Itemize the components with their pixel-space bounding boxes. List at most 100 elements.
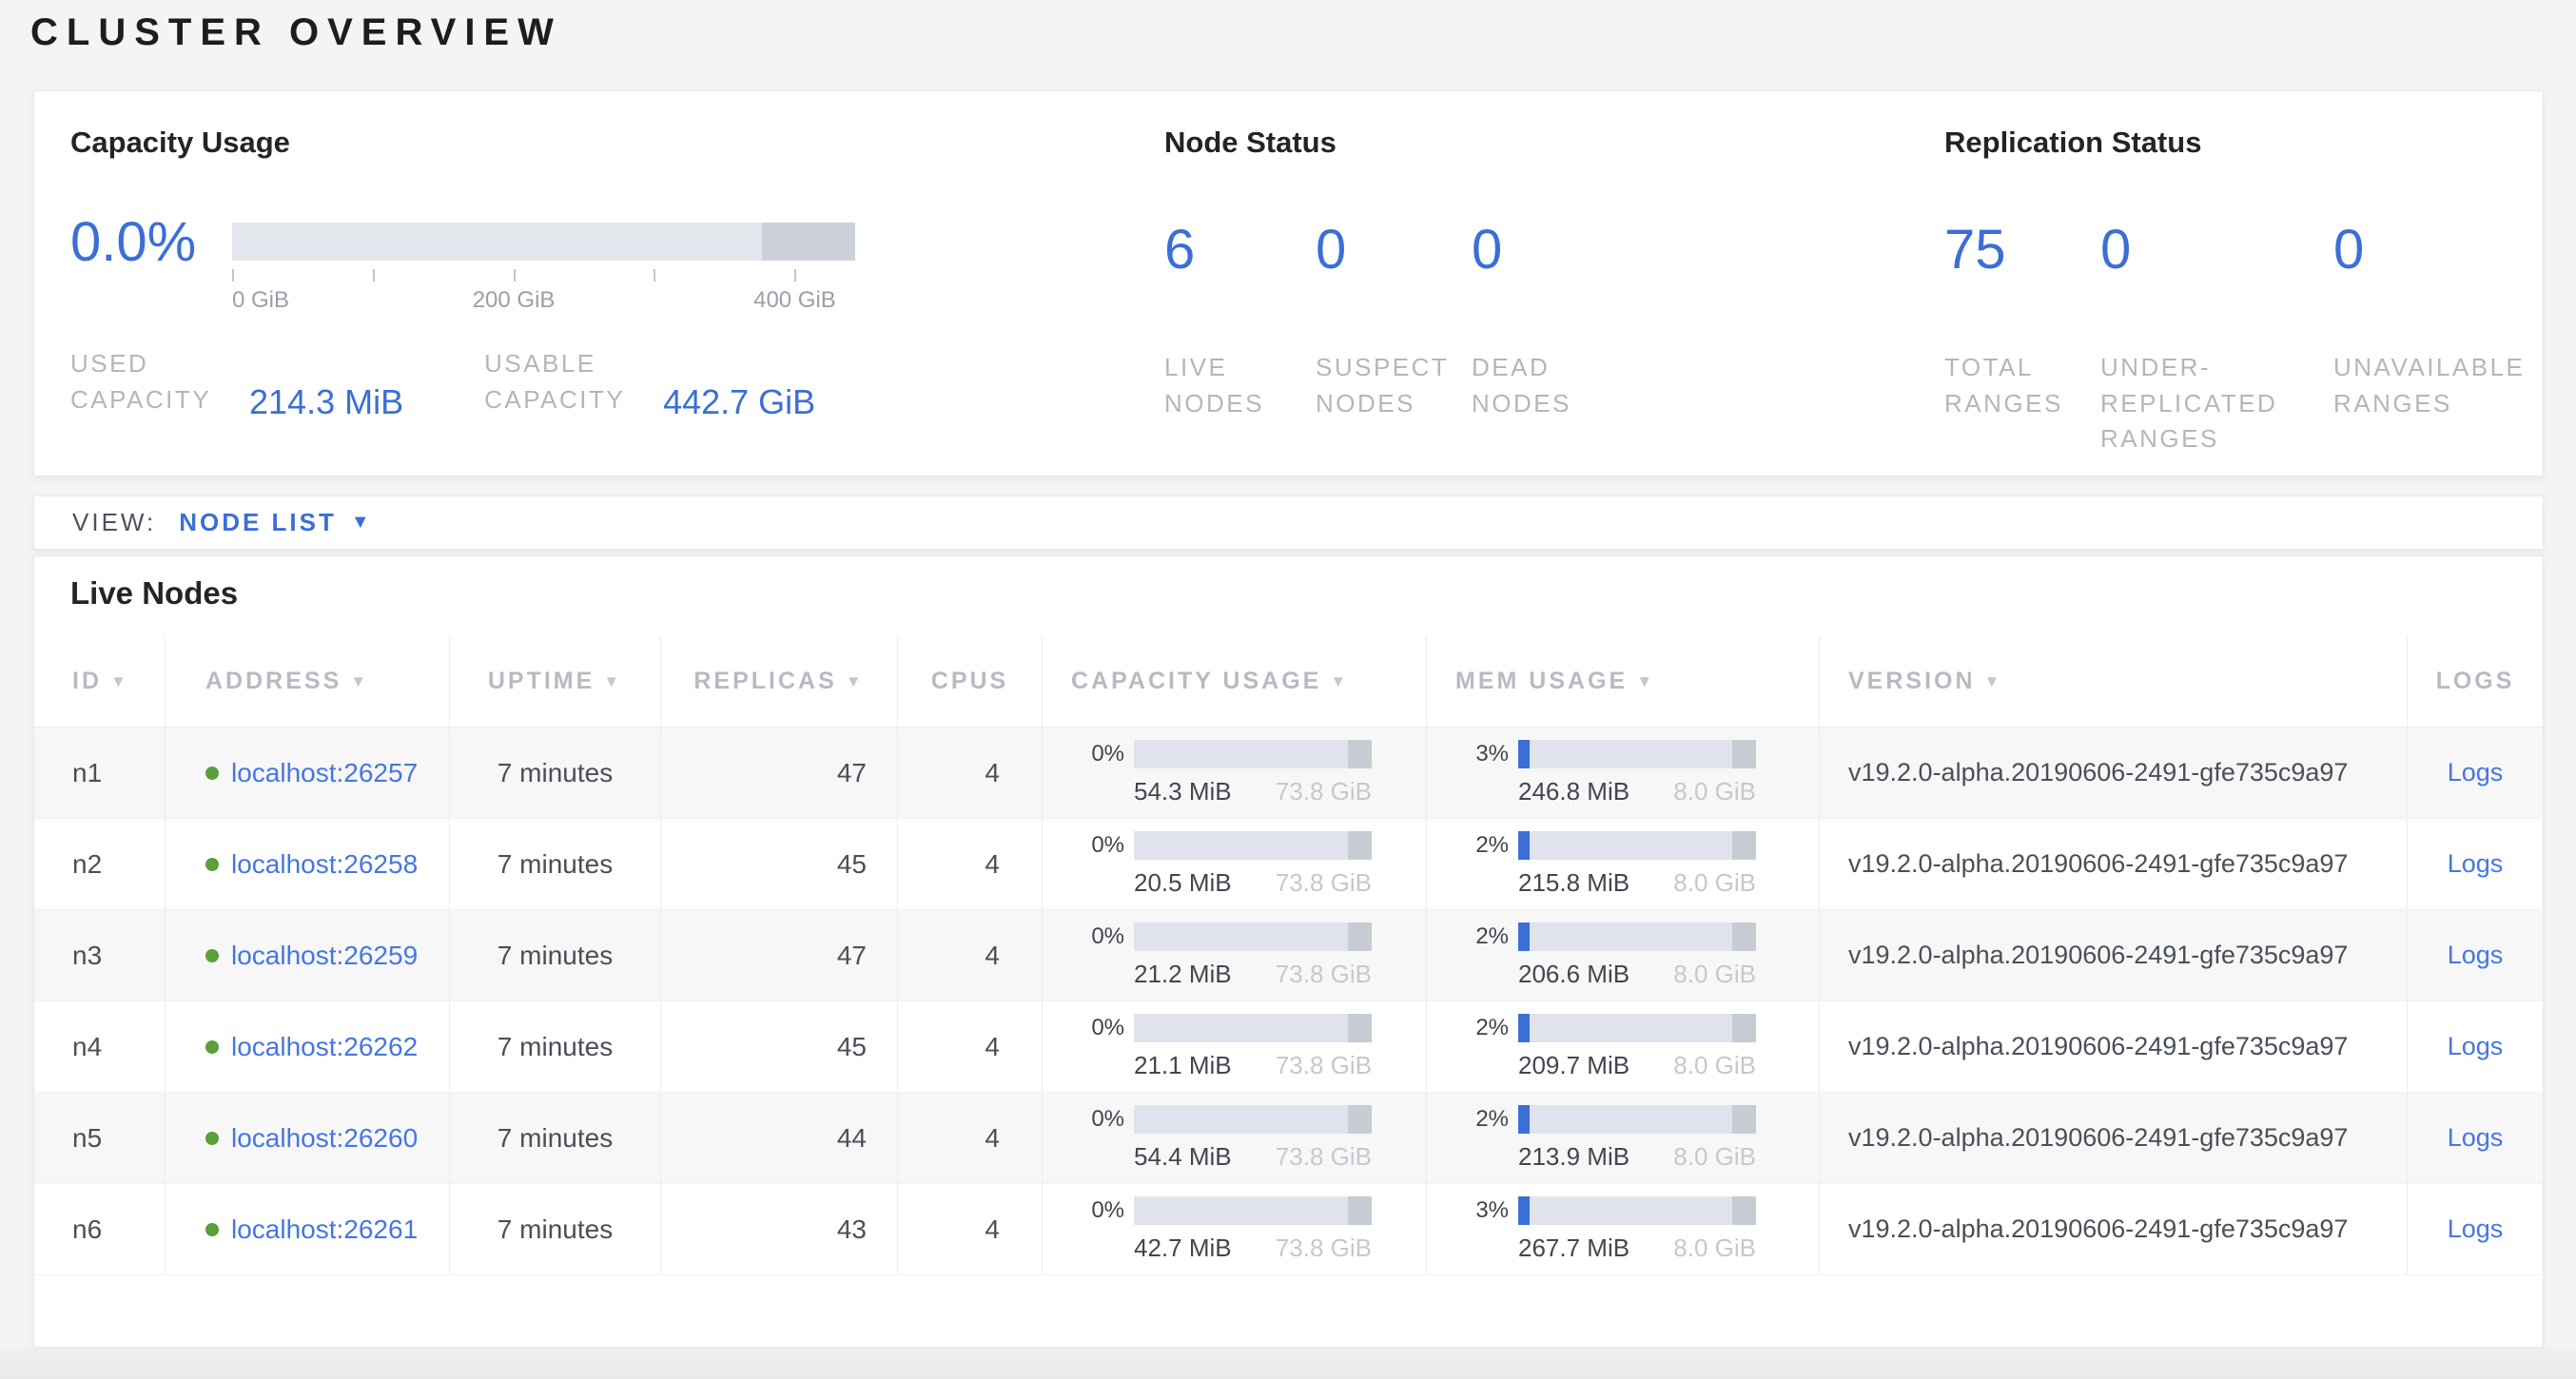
view-dropdown-selected[interactable]: NODE LIST — [179, 508, 337, 537]
node-live-status-icon — [205, 858, 219, 871]
node-cpus-cell: 4 — [898, 1093, 1043, 1183]
capacity-usage-bar — [1134, 1014, 1372, 1042]
node-address-cell: localhost:26259 — [166, 910, 450, 1000]
mem-total-value: 8.0 GiB — [1673, 868, 1756, 898]
capacity-usage-bar-cap — [1348, 923, 1372, 951]
node-version: v19.2.0-alpha.20190606-2491-gfe735c9a97 — [1848, 849, 2348, 879]
node-address-link[interactable]: localhost:26260 — [231, 1123, 418, 1154]
node-address-link[interactable]: localhost:26258 — [231, 849, 418, 880]
node-logs-cell: Logs — [2408, 910, 2543, 1000]
column-header-label: ID — [72, 668, 102, 695]
mem-usage-cell: 2% 206.6 MiB 8.0 GiB — [1427, 910, 1820, 1000]
column-header-capacity-usage[interactable]: CAPACITY USAGE▼ — [1043, 636, 1427, 727]
column-header-label: UPTIME — [488, 668, 595, 695]
node-address-link[interactable]: localhost:26261 — [231, 1214, 418, 1245]
node-uptime-cell: 7 minutes — [450, 819, 661, 909]
node-address-cell: localhost:26257 — [166, 728, 450, 818]
usable-capacity-stat: USABLE CAPACITY 442.7 GiB — [484, 346, 815, 418]
node-address-cell: localhost:26260 — [166, 1093, 450, 1183]
node-live-status-icon — [205, 1132, 219, 1145]
column-header-version[interactable]: VERSION▼ — [1820, 636, 2408, 727]
mem-usage-percent: 2% — [1455, 1106, 1509, 1133]
unavailable-ranges-stat: 0 UNAVAILABLE RANGES — [2333, 223, 2545, 457]
column-header-replicas[interactable]: REPLICAS▼ — [661, 636, 898, 727]
mem-usage-percent: 3% — [1455, 1197, 1509, 1224]
node-cpus-cell: 4 — [898, 819, 1043, 909]
logs-link[interactable]: Logs — [2448, 849, 2504, 879]
capacity-usage-percent: 0% — [1071, 741, 1124, 767]
node-cpus: 4 — [985, 941, 1000, 971]
chevron-down-icon: ▼ — [351, 512, 370, 534]
mem-usage-bar-fill — [1518, 831, 1530, 860]
node-replicas-cell: 45 — [661, 1001, 898, 1092]
logs-link[interactable]: Logs — [2448, 1123, 2504, 1153]
mem-used-value: 213.9 MiB — [1518, 1142, 1630, 1172]
mem-usage-percent: 3% — [1455, 741, 1509, 767]
logs-link[interactable]: Logs — [2448, 1032, 2504, 1061]
column-header-label: ADDRESS — [205, 668, 342, 695]
table-row: n6 localhost:26261 7 minutes 43 4 0% 42.… — [34, 1184, 2543, 1275]
used-capacity-value: 214.3 MiB — [249, 384, 403, 420]
node-replicas: 43 — [837, 1214, 867, 1245]
node-address-link[interactable]: localhost:26257 — [231, 758, 418, 788]
mem-usage-cell: 2% 215.8 MiB 8.0 GiB — [1427, 819, 1820, 909]
capacity-percent: 0.0% — [70, 223, 194, 261]
node-logs-cell: Logs — [2408, 819, 2543, 909]
capacity-usage-bar — [1134, 1196, 1372, 1225]
capacity-stats: USED CAPACITY 214.3 MiB USABLE CAPACITY … — [70, 346, 815, 418]
node-status-title: Node Status — [1164, 126, 1337, 160]
column-header-id[interactable]: ID▼ — [34, 636, 166, 727]
table-body: n1 localhost:26257 7 minutes 47 4 0% 54.… — [34, 728, 2543, 1275]
view-dropdown[interactable]: NODE LIST ▼ — [179, 508, 369, 537]
column-header-label: CPUS — [931, 668, 1008, 695]
mem-usage-bar — [1518, 1014, 1756, 1042]
capacity-usage-percent: 0% — [1071, 1015, 1124, 1041]
sort-icon: ▼ — [1636, 672, 1655, 691]
page-title: CLUSTER OVERVIEW — [30, 11, 562, 54]
node-id-cell: n5 — [34, 1093, 166, 1183]
mem-usage-bar — [1518, 1105, 1756, 1134]
unavailable-ranges-value: 0 — [2333, 223, 2545, 278]
gauge-tick-label: 400 GiB — [753, 287, 836, 314]
node-cpus-cell: 4 — [898, 910, 1043, 1000]
mem-usage-bar-cap — [1732, 831, 1756, 860]
node-address-link[interactable]: localhost:26259 — [231, 941, 418, 971]
capacity-used-value: 54.4 MiB — [1134, 1142, 1232, 1172]
node-version-cell: v19.2.0-alpha.20190606-2491-gfe735c9a97 — [1820, 819, 2408, 909]
mem-usage-bar-cap — [1732, 923, 1756, 951]
live-nodes-stat: 6 LIVE NODES — [1164, 223, 1316, 421]
live-nodes-title: Live Nodes — [70, 575, 2543, 612]
mem-usage-bar-fill — [1518, 740, 1530, 768]
mem-usage-bar-fill — [1518, 1014, 1530, 1042]
suspect-nodes-label: SUSPECT NODES — [1316, 350, 1454, 421]
logs-link[interactable]: Logs — [2448, 1214, 2504, 1244]
node-live-status-icon — [205, 767, 219, 780]
mem-used-value: 209.7 MiB — [1518, 1051, 1630, 1080]
mem-usage-bar-cap — [1732, 1105, 1756, 1134]
node-uptime: 7 minutes — [498, 1123, 613, 1154]
mem-total-value: 8.0 GiB — [1673, 960, 1756, 989]
capacity-usage-bar — [1134, 1105, 1372, 1134]
capacity-usage-cell: 0% 54.4 MiB 73.8 GiB — [1043, 1093, 1427, 1183]
column-header-label: CAPACITY USAGE — [1071, 668, 1321, 695]
mem-total-value: 8.0 GiB — [1673, 1233, 1756, 1263]
capacity-usage-title: Capacity Usage — [70, 126, 290, 160]
column-header-label: VERSION — [1848, 668, 1976, 695]
node-replicas-cell: 44 — [661, 1093, 898, 1183]
table-row: n5 localhost:26260 7 minutes 44 4 0% 54.… — [34, 1093, 2543, 1184]
node-address-link[interactable]: localhost:26262 — [231, 1032, 418, 1062]
capacity-gauge: 0.0% 0 GiB200 GiB400 GiB — [70, 223, 855, 316]
capacity-gauge-bar — [232, 223, 855, 261]
column-header-mem-usage[interactable]: MEM USAGE▼ — [1427, 636, 1820, 727]
node-version-cell: v19.2.0-alpha.20190606-2491-gfe735c9a97 — [1820, 728, 2408, 818]
node-id-cell: n6 — [34, 1184, 166, 1274]
used-capacity-stat: USED CAPACITY 214.3 MiB — [70, 346, 403, 418]
gauge-tick — [794, 269, 796, 282]
node-cpus: 4 — [985, 849, 1000, 880]
logs-link[interactable]: Logs — [2448, 758, 2504, 787]
logs-link[interactable]: Logs — [2448, 941, 2504, 970]
column-header-uptime[interactable]: UPTIME▼ — [450, 636, 661, 727]
node-uptime: 7 minutes — [498, 849, 613, 880]
page-bottom-shadow — [0, 1349, 2576, 1379]
column-header-address[interactable]: ADDRESS▼ — [166, 636, 450, 727]
